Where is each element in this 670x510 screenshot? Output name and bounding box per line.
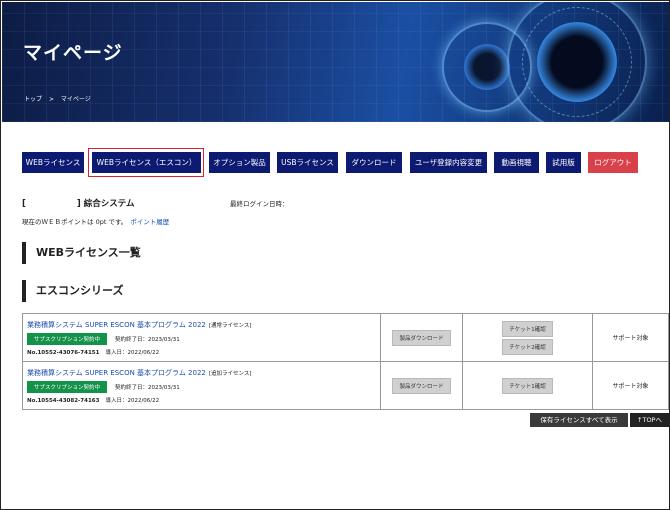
support-cell: サポート対象 [592,313,669,362]
table-row: 業務積算システム SUPER ESCON 基本プログラム 2022 [追加ライセン… [22,361,669,410]
nav-video-button[interactable]: 動画視聴 [494,152,539,173]
product-download-button[interactable]: 製品ダウンロード [392,377,451,394]
ticket1-button[interactable]: チケット1確認 [502,320,553,337]
ticket2-button[interactable]: チケット2確認 [502,338,553,355]
nav-web-license-button[interactable]: WEBライセンス [22,152,84,173]
breadcrumb-home[interactable]: トップ [24,96,42,103]
nav-web-license-escon-button[interactable]: WEBライセンス（エスコン） [92,152,201,173]
points-text: 現在のＷＥＢポイントは 0pt です。 [22,218,128,226]
license-number: No.10554-43082-74163 [27,397,100,404]
product-cell: 業務積算システム SUPER ESCON 基本プログラム 2022 [通常ライセン… [22,313,381,362]
header-banner: マイページ トップ > マイページ [2,2,669,122]
ticket-cell: チケット1確認 [462,361,593,410]
ticket-cell: チケット1確認 チケット2確認 [462,313,593,362]
install-date: 導入日：2022/06/22 [105,349,160,356]
points-info: 現在のＷＥＢポイントは 0pt です。 ポイント履歴 [22,216,169,226]
account-system-name: [ ] 綜合システム [22,199,135,209]
logout-button[interactable]: ログアウト [588,152,638,173]
product-name-link[interactable]: 業務積算システム SUPER ESCON 基本プログラム 2022 [27,369,206,377]
support-cell: サポート対象 [592,361,669,410]
show-all-licenses-button[interactable]: 保有ライセンスすべて表示 [530,413,628,427]
ticket1-button[interactable]: チケット1確認 [502,377,553,394]
nav-option-products-button[interactable]: オプション製品 [209,152,270,173]
points-history-link[interactable]: ポイント履歴 [130,218,169,226]
subscription-badge: サブスクリプション契約中 [27,380,108,393]
nav-user-info-change-button[interactable]: ユーザ登録内容変更 [410,152,487,173]
product-cell: 業務積算システム SUPER ESCON 基本プログラム 2022 [追加ライセン… [22,361,381,410]
license-type-tag: [通常ライセンス] [208,322,252,329]
back-to-top-button[interactable]: ↑TOPへ [630,413,669,427]
page-title: マイページ [23,42,123,64]
license-number: No.10552-43076-74151 [27,349,100,356]
subscription-badge: サブスクリプション契約中 [27,332,108,345]
product-download-button[interactable]: 製品ダウンロード [392,329,451,346]
license-type-tag: [追加ライセンス] [208,370,252,377]
breadcrumb: トップ > マイページ [24,94,96,103]
web-license-heading: WEBライセンス一覧 [22,242,141,264]
product-name-link[interactable]: 業務積算システム SUPER ESCON 基本プログラム 2022 [27,321,206,329]
install-date: 導入日：2022/06/22 [105,397,160,404]
nav-download-button[interactable]: ダウンロード [346,152,402,173]
download-cell: 製品ダウンロード [380,361,463,410]
last-login-label: 最終ログイン日時： [230,200,289,208]
table-row: 業務積算システム SUPER ESCON 基本プログラム 2022 [通常ライセン… [22,313,669,362]
download-cell: 製品ダウンロード [380,313,463,362]
page-frame: マイページ トップ > マイページ WEBライセンス WEBライセンス（エスコン… [0,0,670,510]
contract-end-date: 契約終了日：2023/03/31 [115,384,180,391]
back-to-top-label: TOPへ [642,416,662,424]
nav-usb-license-button[interactable]: USBライセンス [277,152,338,173]
contract-end-date: 契約終了日：2023/03/31 [115,336,180,343]
escon-series-heading: エスコンシリーズ [22,280,123,302]
nav-trial-button[interactable]: 試用版 [546,152,581,173]
breadcrumb-separator: > [48,96,54,103]
license-table: 業務積算システム SUPER ESCON 基本プログラム 2022 [通常ライセン… [22,313,669,410]
breadcrumb-current: マイページ [60,96,91,103]
